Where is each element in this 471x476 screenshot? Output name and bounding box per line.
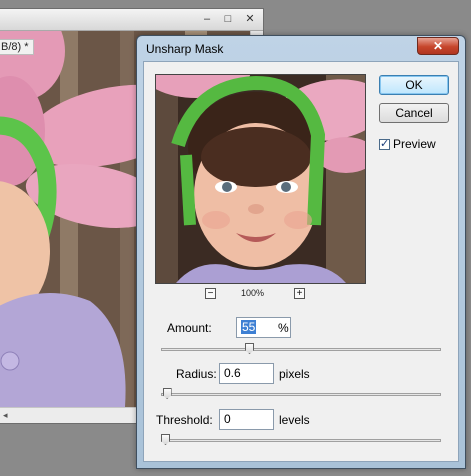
threshold-unit: levels bbox=[279, 413, 310, 427]
document-title: B/8) * bbox=[0, 39, 34, 55]
amount-slider-thumb[interactable] bbox=[245, 343, 254, 354]
preview-checkbox[interactable]: ✓ bbox=[379, 138, 390, 150]
radius-slider-thumb[interactable] bbox=[162, 388, 172, 399]
preview-checkbox-row[interactable]: ✓ Preview bbox=[379, 137, 436, 151]
maximize-icon[interactable]: □ bbox=[221, 13, 235, 25]
baby-face-photo bbox=[156, 75, 365, 283]
radius-unit: pixels bbox=[279, 367, 310, 381]
amount-value: 55 bbox=[241, 320, 257, 334]
radius-slider[interactable] bbox=[161, 393, 441, 396]
close-icon[interactable]: ✕ bbox=[243, 13, 257, 25]
preview-image[interactable] bbox=[155, 74, 366, 284]
radius-input[interactable]: 0.6 bbox=[219, 363, 274, 384]
cancel-button[interactable]: Cancel bbox=[379, 103, 449, 123]
radius-label: Radius: bbox=[176, 367, 217, 381]
unsharp-mask-dialog: Unsharp Mask ✕ − 100% + OK Cancel ✓ Prev… bbox=[136, 35, 466, 469]
zoom-level: 100% bbox=[241, 288, 265, 298]
amount-label: Amount: bbox=[167, 321, 212, 335]
document-titlebar[interactable]: ‒ □ ✕ bbox=[0, 9, 263, 31]
threshold-label: Threshold: bbox=[156, 413, 213, 427]
ok-button[interactable]: OK bbox=[379, 75, 449, 95]
zoom-in-button[interactable]: + bbox=[294, 288, 305, 299]
dialog-close-button[interactable]: ✕ bbox=[417, 37, 459, 55]
checkmark-icon: ✓ bbox=[380, 138, 390, 150]
preview-label: Preview bbox=[393, 137, 436, 151]
minimize-icon[interactable]: ‒ bbox=[200, 13, 214, 25]
zoom-out-button[interactable]: − bbox=[205, 288, 216, 299]
threshold-slider[interactable] bbox=[161, 439, 441, 442]
scroll-left-icon[interactable]: ◂ bbox=[3, 410, 8, 421]
amount-slider[interactable] bbox=[161, 348, 441, 351]
threshold-slider-thumb[interactable] bbox=[161, 434, 170, 445]
dialog-body: − 100% + OK Cancel ✓ Preview Amount: 55 %… bbox=[143, 61, 459, 462]
threshold-input[interactable]: 0 bbox=[219, 409, 274, 430]
amount-unit: % bbox=[278, 321, 289, 335]
dialog-title: Unsharp Mask bbox=[146, 42, 224, 56]
